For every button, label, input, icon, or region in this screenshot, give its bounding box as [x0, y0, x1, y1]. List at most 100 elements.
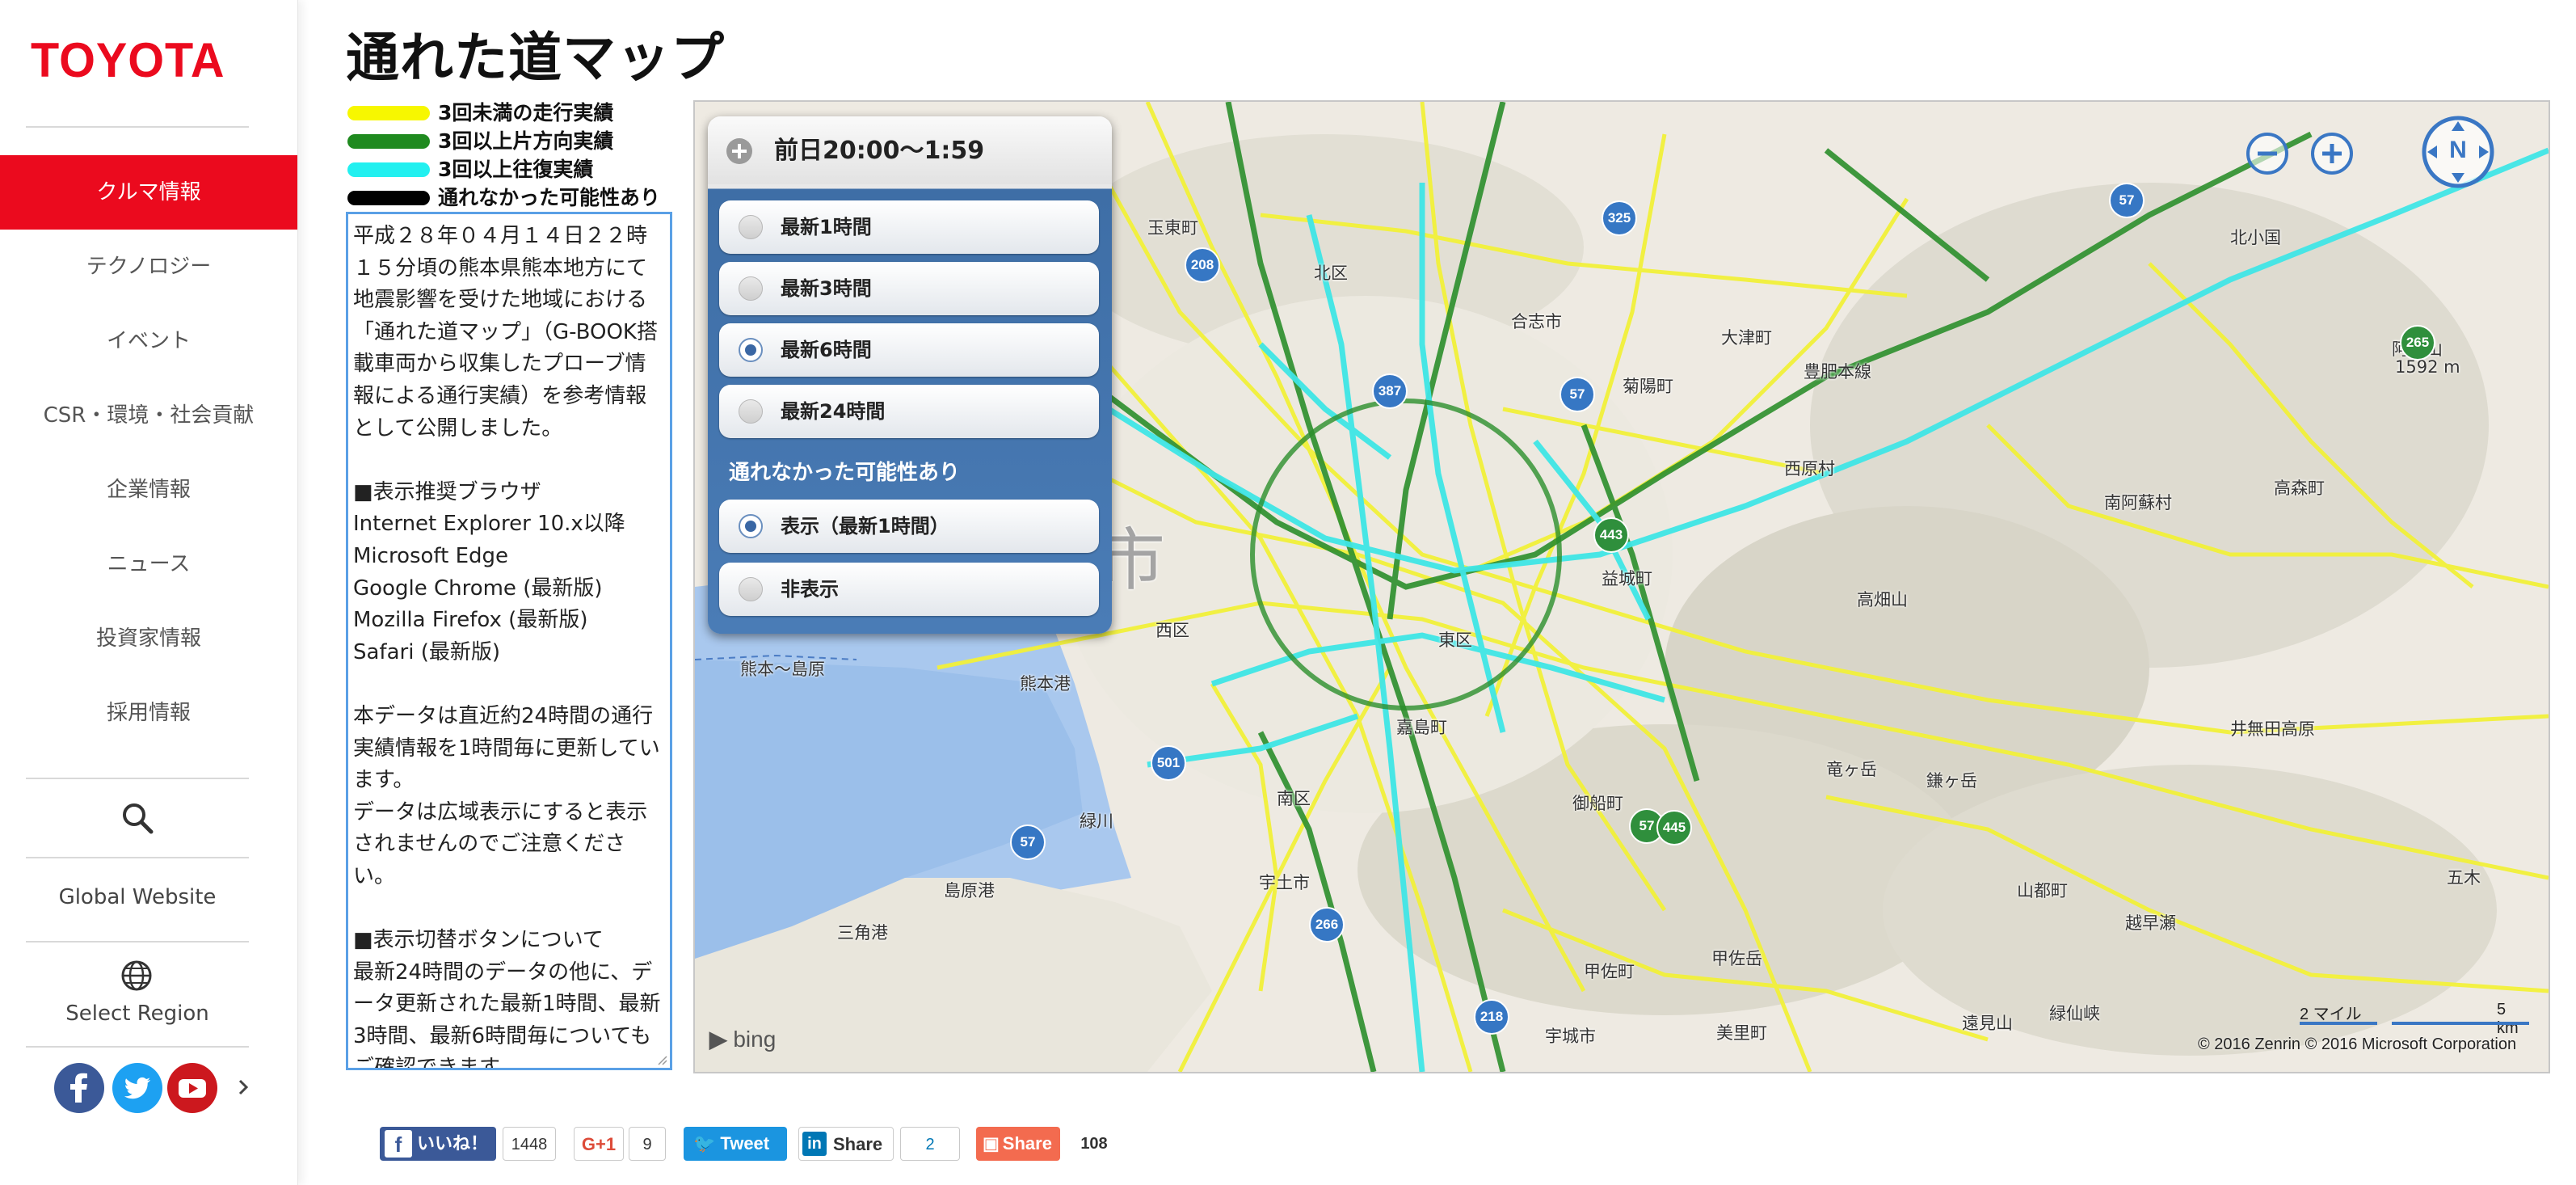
bing-logo: ▶ bing — [709, 1027, 777, 1052]
divider — [26, 857, 249, 858]
sidebar-item-news[interactable]: ニュース — [0, 527, 297, 601]
map-label-koshimizu: 越早瀬 — [2125, 913, 2176, 933]
legend-label: 3回未満の走行実績 — [438, 101, 614, 124]
gplus-button[interactable]: G+1 — [574, 1127, 624, 1161]
sidebar-item-cars[interactable]: クルマ情報 — [0, 155, 297, 230]
time-range-label: 前日20:00〜1:59 — [774, 137, 985, 165]
facebook-icon: f — [385, 1130, 412, 1158]
legend-swatch — [347, 162, 430, 177]
twitter-icon: 🐦 — [693, 1133, 716, 1153]
divider — [26, 126, 249, 128]
facebook-like-count: 1448 — [503, 1127, 556, 1161]
option-latest-24h[interactable]: 最新24時間 — [719, 385, 1099, 438]
facebook-icon[interactable] — [53, 1062, 105, 1114]
youtube-icon[interactable] — [166, 1062, 218, 1114]
option-latest-1h[interactable]: 最新1時間 — [719, 200, 1099, 254]
map-label-yamato: 山都町 — [2017, 881, 2068, 900]
sidebar-item-company[interactable]: 企業情報 — [0, 453, 297, 527]
map-label-mashiki: 益城町 — [1602, 569, 1652, 588]
page-title: 通れた道マップ — [346, 27, 725, 89]
legend: 3回未満の走行実績 3回以上片方向実績 3回以上往復実績 通れなかった可能性あり — [347, 99, 671, 212]
option-latest-3h[interactable]: 最新3時間 — [719, 262, 1099, 315]
map-label-uki: 宇城市 — [1545, 1027, 1596, 1046]
expand-icon[interactable] — [726, 137, 753, 165]
toyota-logo[interactable]: TOYOTA — [31, 32, 234, 89]
map-label-takamori: 高森町 — [2274, 479, 2325, 498]
search-icon[interactable] — [120, 800, 155, 836]
globe-icon[interactable] — [120, 959, 154, 993]
sidebar-item-csr[interactable]: CSR・環境・社会貢献 — [0, 378, 297, 453]
global-website-link[interactable]: Global Website — [0, 881, 275, 913]
tweet-label: Tweet — [720, 1133, 770, 1153]
legend-item: 3回未満の走行実績 — [347, 99, 671, 127]
facebook-like-button[interactable]: f いいね！ — [380, 1127, 496, 1161]
sidebar-item-careers[interactable]: 採用情報 — [0, 676, 297, 750]
route-shield: 57 — [1010, 824, 1046, 860]
map-label-kikuyo: 菊陽町 — [1623, 377, 1673, 396]
resize-handle-icon[interactable] — [655, 1053, 668, 1066]
map-label-aso-elev: 1592 m — [2395, 357, 2460, 377]
sidebar-item-events[interactable]: イベント — [0, 304, 297, 378]
facebook-like-label: いいね！ — [417, 1133, 489, 1153]
route-shield: 218 — [1474, 999, 1509, 1035]
route-shield: 501 — [1151, 745, 1186, 781]
twitter-icon[interactable] — [112, 1062, 163, 1114]
sidebar-item-investors[interactable]: 投資家情報 — [0, 601, 297, 676]
hatena-share-button[interactable]: ▣ Share — [976, 1127, 1060, 1161]
option-blocked-hide[interactable]: 非表示 — [719, 563, 1099, 616]
legend-item: 通れなかった可能性あり — [347, 183, 671, 212]
map-label-uto: 宇土市 — [1259, 873, 1310, 892]
option-blocked-show[interactable]: 表示（最新1時間） — [719, 500, 1099, 553]
map-label-midorikawa: 緑川 — [1080, 812, 1113, 831]
option-label: 非表示 — [781, 578, 839, 601]
select-region-link[interactable]: Select Region — [0, 997, 275, 1030]
map-label-goshi: 合志市 — [1511, 312, 1562, 331]
divider — [26, 1046, 249, 1048]
zoom-out-icon[interactable] — [2245, 131, 2290, 176]
linkedin-share-button[interactable]: in Share — [798, 1127, 894, 1161]
map-copyright: © 2016 Zenrin © 2016 Microsoft Corporati… — [2198, 1035, 2517, 1053]
option-label: 表示（最新1時間） — [781, 515, 949, 538]
option-label: 最新1時間 — [781, 216, 872, 238]
map-label-mifune: 御船町 — [1572, 794, 1623, 813]
legend-item: 3回以上片方向実績 — [347, 127, 671, 155]
legend-label: 3回以上片方向実績 — [438, 129, 614, 153]
map-label-kita: 北区 — [1314, 264, 1348, 283]
scale-miles: 2 マイル — [2300, 1006, 2362, 1023]
route-shield: 265 — [2400, 325, 2435, 361]
map-label-shimabara: 島原港 — [944, 881, 995, 900]
blocked-section-title: 通れなかった可能性あり — [729, 461, 961, 485]
chevron-right-icon[interactable] — [238, 1078, 249, 1096]
radio-selected-icon — [739, 338, 763, 362]
panel-header[interactable]: 前日20:00〜1:59 — [708, 116, 1112, 184]
legend-item: 3回以上往復実績 — [347, 155, 671, 183]
map-label-kamagatake: 鎌ヶ岳 — [1926, 771, 1977, 791]
legend-label: 3回以上往復実績 — [438, 158, 594, 181]
map-label-ozu: 大津町 — [1721, 328, 1772, 348]
map-label-kashima: 嘉島町 — [1396, 718, 1447, 737]
map-label-minami: 南区 — [1277, 789, 1311, 808]
hatena-count: 108 — [1065, 1127, 1123, 1161]
map-label-itsuki: 五木 — [2447, 868, 2481, 888]
linkedin-label: Share — [833, 1134, 883, 1154]
legend-swatch — [347, 191, 430, 205]
traffic-map[interactable]: 熊本市 阿蘇山 1592 m 北区 西区 東区 南区 玉東町 合志市 菊陽町 大… — [693, 100, 2550, 1073]
option-latest-6h[interactable]: 最新6時間 — [719, 323, 1099, 377]
radio-icon — [739, 215, 763, 239]
radio-icon — [739, 399, 763, 424]
route-shield: 387 — [1372, 373, 1408, 409]
map-label-kosa: 甲佐町 — [1584, 962, 1635, 981]
legend-label: 通れなかった可能性あり — [438, 186, 661, 209]
sidebar: TOYOTA クルマ情報 テクノロジー イベント CSR・環境・社会貢献 企業情… — [0, 0, 298, 1185]
tweet-button[interactable]: 🐦 Tweet — [684, 1127, 787, 1161]
info-text: 平成２８年０４月１４日２２時１５分頃の熊本県熊本地方にて地震影響を受けた地域にお… — [353, 224, 661, 1070]
map-label-nishi: 西区 — [1155, 621, 1189, 640]
sidebar-item-technology[interactable]: テクノロジー — [0, 230, 297, 304]
route-shield: 325 — [1602, 200, 1637, 236]
zoom-in-icon[interactable] — [2309, 131, 2355, 176]
map-label-minamiaso: 南阿蘇村 — [2104, 493, 2172, 512]
map-label-ferry: 熊本〜島原 — [740, 660, 825, 679]
route-shield: 445 — [1656, 810, 1692, 846]
info-textbox[interactable]: 平成２８年０４月１４日２２時１５分頃の熊本県熊本地方にて地震影響を受けた地域にお… — [346, 212, 672, 1070]
route-shield: 57 — [2109, 183, 2145, 218]
